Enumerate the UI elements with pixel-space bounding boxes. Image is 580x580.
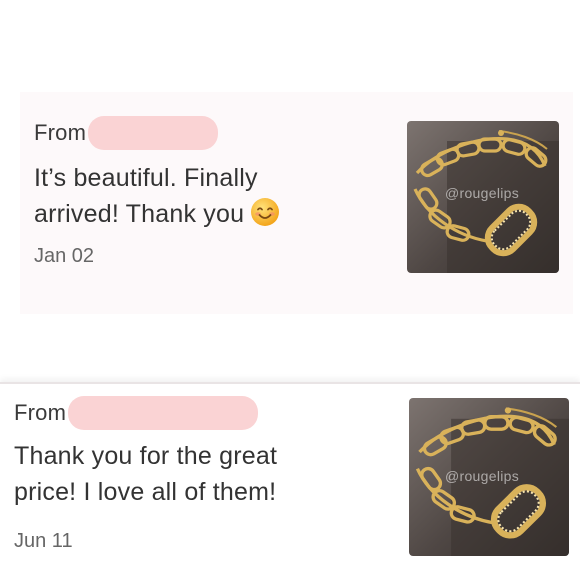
smiling-face-icon (250, 197, 280, 227)
sender-row: From (34, 116, 219, 150)
review-card: From Thank you for the great price! I lo… (0, 382, 580, 580)
watermark-text: @rougelips (445, 468, 520, 484)
reviews-page: From It’s beautiful. Finally arrived! Th… (0, 0, 580, 580)
review-message-line: price! I love all of them! (14, 478, 277, 506)
review-message-text: arrived! Thank you (34, 200, 245, 228)
from-label: From (34, 120, 87, 145)
from-label: From (14, 400, 67, 425)
review-message: Thank you for the great price! I love al… (14, 438, 277, 510)
redacted-username (88, 116, 219, 150)
review-message: It’s beautiful. Finally arrived! Thank y… (34, 160, 280, 232)
product-thumbnail[interactable]: @rougelips (407, 121, 559, 273)
review-card: From It’s beautiful. Finally arrived! Th… (20, 92, 573, 314)
review-message-line: It’s beautiful. Finally (34, 164, 258, 192)
product-thumbnail[interactable]: @rougelips (409, 398, 569, 556)
review-date: Jan 02 (34, 245, 95, 267)
review-date: Jun 11 (14, 530, 73, 552)
redacted-username (68, 396, 259, 430)
review-message-line: arrived! Thank you (34, 196, 280, 232)
watermark-text: @rougelips (445, 185, 520, 201)
review-message-line: Thank you for the great (14, 442, 278, 470)
sender-row: From (14, 396, 259, 430)
